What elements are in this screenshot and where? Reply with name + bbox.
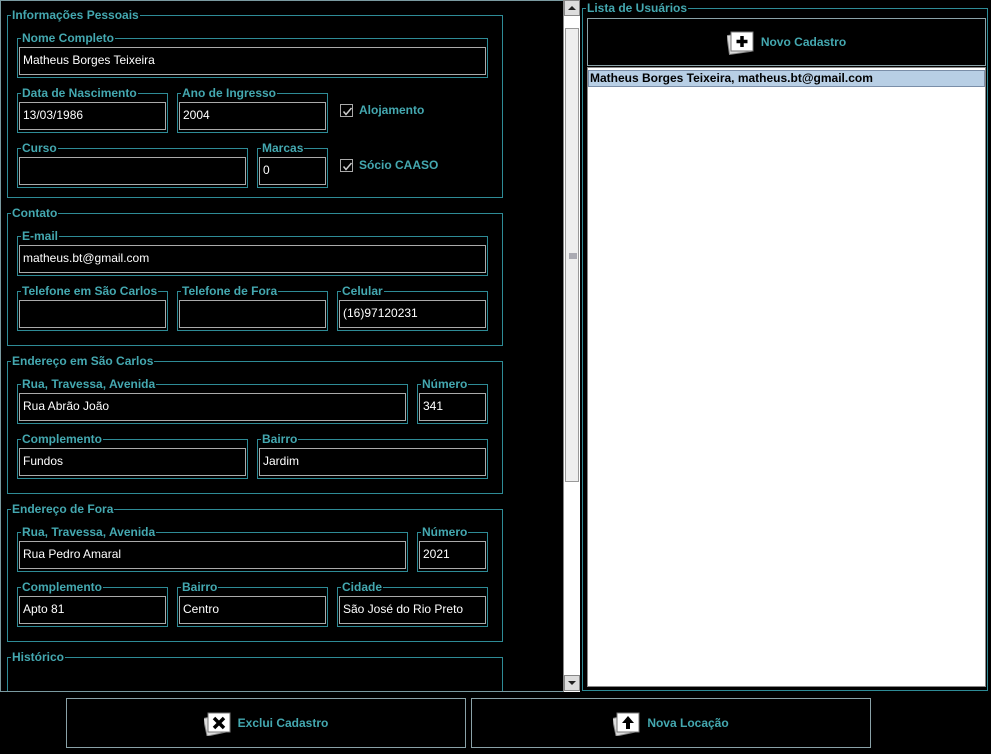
upload-icon [613,712,640,736]
section-title: Contato [11,206,59,220]
bairro-sc-input[interactable]: Jardim [259,448,486,476]
arrow-up-icon [568,6,576,10]
scroll-thumb[interactable] [565,28,579,482]
exclui-cadastro-label: Exclui Cadastro [237,716,329,730]
add-icon [726,31,754,55]
socio-label: Sócio CAASO [359,158,439,172]
ingresso-input[interactable]: 2004 [179,102,326,130]
curso-input[interactable] [19,157,246,185]
rua-sc-label: Rua, Travessa, Avenida [21,377,157,391]
rua-sc-input[interactable]: Rua Abrão João [19,393,406,421]
socio-checkbox-row[interactable]: Sócio CAASO [340,158,438,172]
nova-locacao-button[interactable]: Nova Locação [471,698,871,748]
novo-cadastro-button[interactable]: Novo Cadastro [587,18,986,66]
socio-checkbox[interactable] [340,158,353,172]
tel-fora-input[interactable] [179,300,326,328]
section-title: Lista de Usuários [586,1,689,15]
curso-label: Curso [21,141,58,155]
novo-cadastro-label: Novo Cadastro [760,35,847,49]
nome-label: Nome Completo [21,31,116,45]
marcas-input[interactable]: 0 [259,157,326,185]
numero-sc-label: Número [421,377,469,391]
grip-icon [569,253,577,259]
form-scrollbar[interactable] [563,0,580,692]
section-title: Endereço em São Carlos [11,354,155,368]
section-title: Histórico [11,650,66,664]
rua-fora-input[interactable]: Rua Pedro Amaral [19,541,406,569]
ingresso-label: Ano de Ingresso [181,86,278,100]
section-title: Endereço de Fora [11,502,115,516]
bairro-fora-input[interactable]: Centro [179,596,326,624]
delete-icon [203,712,231,736]
section-historico: Histórico [7,650,503,691]
numero-fora-input[interactable]: 2021 [419,541,486,569]
marcas-label: Marcas [261,141,305,155]
arrow-down-icon [568,681,576,685]
user-list[interactable]: Matheus Borges Teixeira, matheus.bt@gmai… [587,67,986,687]
email-input[interactable]: matheus.bt@gmail.com [19,245,486,273]
tel-fora-label: Telefone de Fora [181,284,279,298]
scroll-up-button[interactable] [564,0,580,16]
tel-sc-input[interactable] [19,300,166,328]
complemento-sc-label: Complemento [21,432,104,446]
cidade-fora-input[interactable]: São José do Rio Preto [339,596,486,624]
section-title: Informações Pessoais [11,8,140,22]
alojamento-label: Alojamento [359,103,425,117]
nome-input[interactable]: Matheus Borges Teixeira [19,47,486,75]
celular-input[interactable]: (16)97120231 [339,300,486,328]
nascimento-input[interactable]: 13/03/1986 [19,102,166,130]
cidade-fora-label: Cidade [341,580,384,594]
bairro-sc-label: Bairro [261,432,299,446]
complemento-fora-label: Complemento [21,580,104,594]
exclui-cadastro-button[interactable]: Exclui Cadastro [66,698,466,748]
tel-sc-label: Telefone em São Carlos [21,284,159,298]
numero-sc-input[interactable]: 341 [419,393,486,421]
nova-locacao-label: Nova Locação [647,716,729,730]
complemento-sc-input[interactable]: Fundos [19,448,246,476]
alojamento-checkbox-row[interactable]: Alojamento [340,103,424,117]
bairro-fora-label: Bairro [181,580,219,594]
email-label: E-mail [21,229,60,243]
numero-fora-label: Número [421,525,469,539]
list-item[interactable]: Matheus Borges Teixeira, matheus.bt@gmai… [588,70,985,87]
celular-label: Celular [341,284,384,298]
alojamento-checkbox[interactable] [340,103,353,117]
rua-fora-label: Rua, Travessa, Avenida [21,525,157,539]
scroll-down-button[interactable] [564,675,580,691]
nascimento-label: Data de Nascimento [21,86,138,100]
complemento-fora-input[interactable]: Apto 81 [19,596,166,624]
